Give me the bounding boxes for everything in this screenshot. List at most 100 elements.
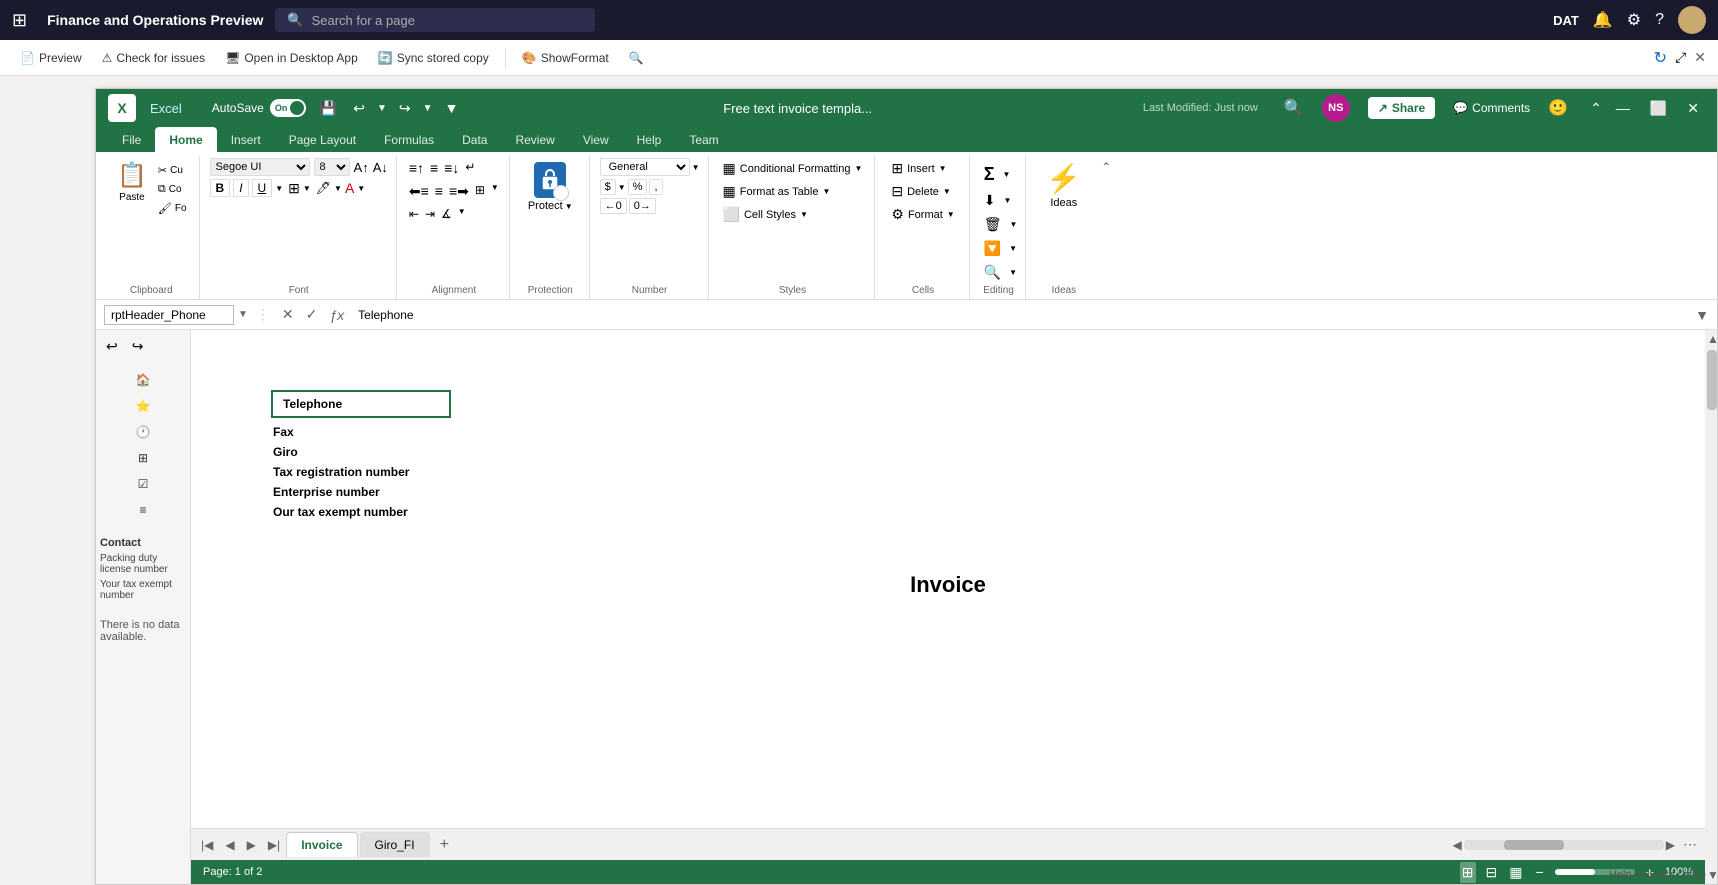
h-scrollbar-track[interactable] — [1464, 840, 1664, 850]
redo-icon[interactable]: ↪ — [399, 100, 411, 117]
clear-dropdown[interactable]: ▼ — [1009, 220, 1017, 229]
delete-cells-btn[interactable]: ⊟ Delete ▼ — [885, 181, 956, 202]
smiley-icon[interactable]: 🙂 — [1548, 98, 1568, 118]
underline-btn[interactable]: U — [252, 179, 273, 197]
tab-home[interactable]: Home — [155, 127, 216, 152]
font-size-select[interactable]: 8 — [314, 158, 350, 176]
currency-dropdown[interactable]: ▼ — [618, 183, 626, 192]
tab-file[interactable]: File — [108, 127, 155, 152]
font-name-select[interactable]: Segoe UI — [210, 158, 310, 176]
fill-dropdown[interactable]: ▼ — [1003, 196, 1011, 205]
sheet-nav-prev[interactable]: ◀ — [219, 834, 240, 856]
sort-filter-dropdown[interactable]: ▼ — [1009, 244, 1017, 253]
italic-btn[interactable]: I — [233, 179, 248, 197]
formula-expand-btn[interactable]: ▼ — [1695, 307, 1709, 323]
waffle-menu-icon[interactable]: ⊞ — [12, 10, 27, 31]
format-painter-btn[interactable]: 🖌 Fo — [154, 200, 191, 217]
undo-dropdown-icon[interactable]: ▼ — [377, 103, 387, 114]
telephone-cell[interactable]: Telephone — [271, 390, 451, 418]
fill-btn[interactable]: ⬇ — [980, 190, 1000, 211]
align-bottom-icon[interactable]: ≡↓ — [442, 158, 461, 178]
minimize-icon[interactable]: — — [1610, 100, 1636, 117]
find-select-btn[interactable]: 🔍 — [980, 262, 1005, 283]
tab-view[interactable]: View — [569, 127, 623, 152]
show-format-btn[interactable]: 🎨 ShowFormat — [514, 47, 617, 69]
sheet-nav-last[interactable]: ▶| — [262, 834, 286, 856]
merge-dropdown[interactable]: ▼ — [489, 181, 501, 202]
indent-increase-icon[interactable]: ⇥ — [423, 205, 437, 223]
conditional-formatting-btn[interactable]: ▦ Conditional Formatting ▼ — [719, 158, 867, 179]
percent-btn[interactable]: % — [628, 179, 648, 195]
refresh-icon[interactable]: ↻ — [1654, 48, 1667, 68]
h-scroll-right-btn[interactable]: ▶ — [1666, 838, 1675, 852]
cell-styles-btn[interactable]: ⬜ Cell Styles ▼ — [719, 204, 812, 225]
v-scroll-up-btn[interactable]: ▲ — [1705, 330, 1717, 348]
sheet-nav-next[interactable]: ▶ — [241, 834, 262, 856]
highlight-btn[interactable]: 🖊 — [316, 181, 331, 195]
formula-bar-input[interactable] — [352, 306, 1691, 324]
align-left-icon[interactable]: ⬅≡ — [407, 181, 431, 202]
user-avatar[interactable] — [1678, 6, 1706, 34]
close-excel-icon[interactable]: ✕ — [1681, 100, 1705, 117]
merge-center-icon[interactable]: ⊞ — [473, 181, 487, 202]
tab-invoice[interactable]: Invoice — [286, 832, 357, 857]
help-improve-label[interactable]: Help Improve Office — [1609, 869, 1706, 881]
sort-filter-btn[interactable]: 🔽 — [980, 238, 1005, 259]
orientation-dropdown[interactable]: ▼ — [456, 205, 468, 223]
border-dropdown[interactable]: ▼ — [303, 184, 311, 193]
paste-btn[interactable]: 📋 Paste — [112, 158, 152, 206]
page-break-view-btn[interactable]: ▦ — [1507, 862, 1524, 883]
undo-btn[interactable]: ↩ — [100, 334, 124, 359]
tab-review[interactable]: Review — [501, 127, 568, 152]
page-search-box[interactable]: 🔍 Search for a page — [275, 8, 595, 32]
nav-home[interactable]: 🏠 — [100, 367, 186, 393]
clear-btn[interactable]: 🗑 — [980, 214, 1006, 235]
name-box[interactable] — [104, 305, 234, 325]
comma-btn[interactable]: , — [649, 179, 662, 195]
highlight-dropdown[interactable]: ▼ — [334, 184, 342, 193]
cancel-formula-btn[interactable]: ✕ — [278, 304, 298, 325]
undo-icon[interactable]: ↩ — [353, 100, 365, 117]
protect-dropdown[interactable]: ▼ — [565, 202, 573, 211]
sheet-options-btn[interactable]: ⋯ — [1683, 836, 1697, 853]
orientation-icon[interactable]: ∡ — [439, 205, 454, 223]
page-layout-view-btn[interactable]: ⊟ — [1484, 862, 1500, 883]
tab-help[interactable]: Help — [623, 127, 676, 152]
zoom-out-btn[interactable]: − — [1532, 864, 1546, 880]
search-page-btn[interactable]: 🔍 — [621, 47, 652, 69]
sum-dropdown[interactable]: ▼ — [1003, 170, 1011, 179]
h-scrollbar[interactable]: ◀ ▶ — [1453, 838, 1675, 852]
align-right-icon[interactable]: ≡➡ — [447, 181, 471, 202]
delete-dropdown[interactable]: ▼ — [943, 187, 951, 196]
save-icon[interactable]: 💾 — [320, 100, 337, 117]
font-color-btn[interactable]: A — [345, 180, 354, 196]
increase-decimal-btn[interactable]: ←0 — [600, 198, 627, 214]
share-button[interactable]: ↗ Share — [1368, 97, 1435, 119]
nav-workspace[interactable]: ⊞ — [100, 445, 186, 471]
nav-more[interactable]: ≡ — [100, 497, 186, 523]
number-format-select[interactable]: General — [600, 158, 690, 176]
currency-btn[interactable]: $ — [600, 179, 616, 195]
tab-formulas[interactable]: Formulas — [370, 127, 448, 152]
sync-btn[interactable]: 🔄 Sync stored copy — [370, 47, 497, 69]
close-btn[interactable]: ✕ — [1694, 49, 1706, 66]
tab-team[interactable]: Team — [675, 127, 732, 152]
preview-btn[interactable]: 📄 Preview — [12, 47, 90, 69]
v-scroll-down-btn[interactable]: ▼ — [1705, 866, 1717, 884]
normal-view-btn[interactable]: ⊞ — [1460, 862, 1476, 883]
underline-dropdown[interactable]: ▼ — [275, 184, 283, 193]
ribbon-collapse-icon[interactable]: ⌃ — [1590, 100, 1602, 117]
number-format-dropdown[interactable]: ▼ — [692, 163, 700, 172]
align-middle-icon[interactable]: ≡ — [428, 158, 440, 178]
format-cells-btn[interactable]: ⚙ Format ▼ — [885, 204, 960, 225]
indent-decrease-icon[interactable]: ⇤ — [407, 205, 421, 223]
ideas-btn[interactable]: ⚡ Ideas — [1036, 158, 1091, 213]
decrease-decimal-btn[interactable]: 0→ — [629, 198, 656, 214]
tab-page-layout[interactable]: Page Layout — [275, 127, 370, 152]
find-select-dropdown[interactable]: ▼ — [1009, 268, 1017, 277]
sheet-scroll-area[interactable]: Telephone Fax Giro Tax registration numb… — [191, 330, 1705, 828]
notification-icon[interactable]: 🔔 — [1593, 10, 1613, 30]
open-desktop-btn[interactable]: 🖥 Open in Desktop App — [217, 47, 366, 69]
border-btn[interactable]: ⊞ — [288, 180, 300, 197]
v-scrollbar[interactable]: ▲ ▼ — [1705, 330, 1717, 884]
